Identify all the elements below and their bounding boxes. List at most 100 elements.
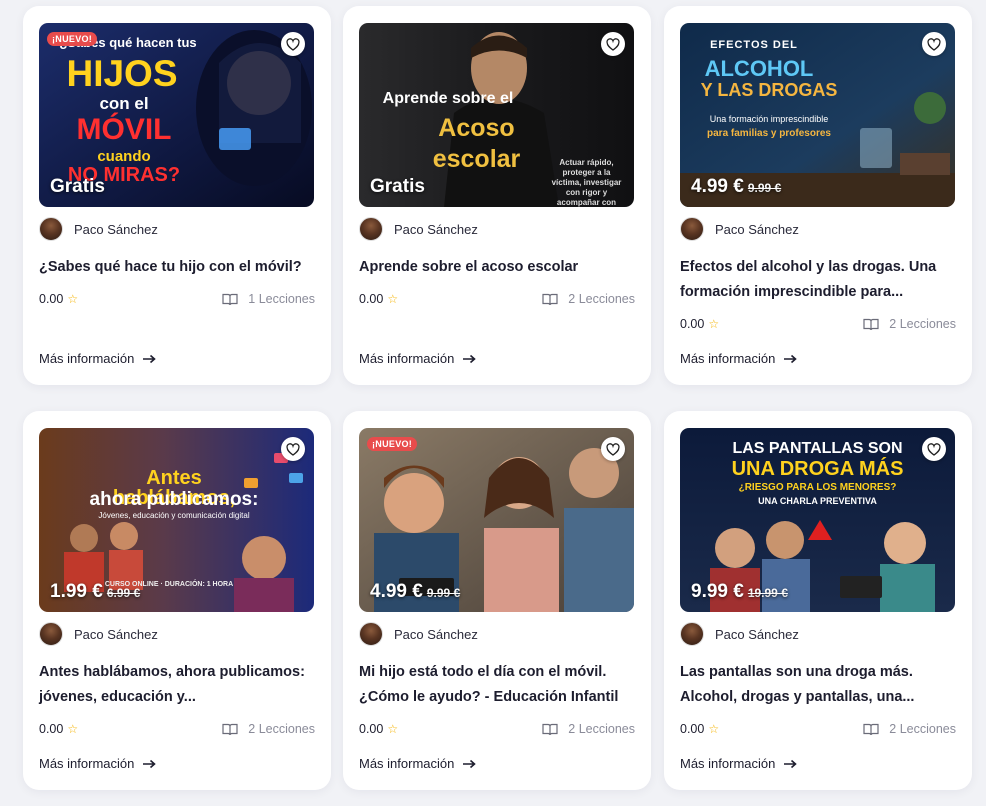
lessons-count: 2 Lecciones	[863, 722, 956, 736]
course-thumbnail[interactable]: EFECTOS DEL ALCOHOL Y LAS DROGAS Una for…	[680, 23, 955, 207]
course-meta: 0.00 ☆ 2 Lecciones	[359, 722, 635, 736]
avatar	[39, 217, 63, 241]
star-icon: ☆	[67, 292, 79, 306]
star-icon: ☆	[387, 722, 399, 736]
rating-value: 0.00	[39, 722, 64, 736]
course-title[interactable]: Aprende sobre el acoso escolar	[359, 255, 637, 280]
star-icon: ☆	[708, 722, 720, 736]
new-badge: ¡NUEVO!	[367, 437, 418, 451]
course-title[interactable]: Mi hijo está todo el día con el móvil. ¿…	[359, 660, 637, 710]
old-price: 9.99 €	[747, 181, 782, 195]
avatar	[680, 217, 704, 241]
thumb-text: con rigor y	[565, 188, 608, 197]
price-label: 4.99 €9.99 €	[370, 581, 460, 603]
author-name: Paco Sánchez	[715, 221, 799, 237]
old-price: 9.99 €	[426, 586, 461, 600]
thumb-text: Jóvenes, educación y comunicación digita…	[98, 511, 250, 520]
more-info-link[interactable]: Más información	[39, 756, 157, 771]
thumb-text: ALCOHOL	[704, 56, 814, 81]
favorite-button[interactable]	[601, 437, 625, 461]
book-icon	[863, 723, 879, 735]
course-thumbnail[interactable]: ¿Sabes qué hacen tus HIJOS con el MÓVIL …	[39, 23, 314, 207]
course-author[interactable]: Paco Sánchez	[39, 217, 158, 241]
course-title[interactable]: Las pantallas son una droga más. Alcohol…	[680, 660, 958, 710]
more-info-link[interactable]: Más información	[680, 756, 798, 771]
course-title[interactable]: Efectos del alcohol y las drogas. Una fo…	[680, 255, 958, 305]
rating-value: 0.00	[359, 292, 384, 306]
course-author[interactable]: Paco Sánchez	[359, 622, 478, 646]
course-meta: 0.00 ☆ 2 Lecciones	[359, 292, 635, 306]
thumb-text: HIJOS	[66, 53, 178, 94]
arrow-right-icon	[784, 354, 798, 363]
thumb-text: proteger a la	[562, 168, 611, 177]
course-thumbnail[interactable]: LAS PANTALLAS SON UNA DROGA MÁS ¿RIESGO …	[680, 428, 955, 612]
favorite-button[interactable]	[922, 32, 946, 56]
more-info-link[interactable]: Más información	[39, 351, 157, 366]
thumb-text: ¿RIESGO PARA LOS MENORES?	[738, 482, 897, 493]
thumb-text: Aprende sobre el	[382, 90, 514, 107]
arrow-right-icon	[463, 354, 477, 363]
thumb-text: ahora publicamos:	[89, 489, 259, 510]
more-info-link[interactable]: Más información	[359, 351, 477, 366]
heart-icon	[606, 442, 620, 456]
course-author[interactable]: Paco Sánchez	[680, 622, 799, 646]
author-name: Paco Sánchez	[394, 221, 478, 237]
course-meta: 0.00 ☆ 2 Lecciones	[39, 722, 315, 736]
rating: 0.00 ☆	[39, 292, 78, 306]
more-info-link[interactable]: Más información	[680, 351, 798, 366]
course-thumbnail[interactable]: Antes hablábamos, ahora publicamos: Jóve…	[39, 428, 314, 612]
thumb-text: UNA CHARLA PREVENTIVA	[758, 496, 877, 506]
more-info-label: Más información	[39, 756, 135, 771]
thumb-text: víctima, investigar	[551, 178, 622, 187]
rating-value: 0.00	[680, 722, 705, 736]
rating-value: 0.00	[359, 722, 384, 736]
price-label: 9.99 €19.99 €	[691, 581, 788, 603]
thumb-text: MÓVIL	[76, 113, 172, 146]
favorite-button[interactable]	[922, 437, 946, 461]
course-title[interactable]: Antes hablábamos, ahora publicamos: jóve…	[39, 660, 317, 710]
more-info-link[interactable]: Más información	[359, 756, 477, 771]
price-label: 4.99 €9.99 €	[691, 176, 781, 198]
course-meta: 0.00 ☆ 2 Lecciones	[680, 317, 956, 331]
lessons-label: 1 Lecciones	[248, 292, 315, 306]
course-author[interactable]: Paco Sánchez	[680, 217, 799, 241]
thumb-text: acompañar con	[556, 198, 617, 207]
book-icon	[222, 723, 238, 735]
thumb-text: EFECTOS DEL	[710, 39, 798, 51]
course-card[interactable]: Antes hablábamos, ahora publicamos: Jóve…	[23, 411, 331, 790]
old-price: 6.99 €	[106, 586, 141, 600]
book-icon	[863, 318, 879, 330]
thumb-text: escolar	[432, 145, 521, 173]
course-thumbnail[interactable]: ¡NUEVO! 4.99 €9.99 €	[359, 428, 634, 612]
more-info-label: Más información	[680, 756, 776, 771]
course-card[interactable]: ¿Sabes qué hacen tus HIJOS con el MÓVIL …	[23, 6, 331, 385]
more-info-label: Más información	[359, 351, 455, 366]
course-card[interactable]: LAS PANTALLAS SON UNA DROGA MÁS ¿RIESGO …	[664, 411, 972, 790]
author-name: Paco Sánchez	[74, 626, 158, 642]
thumb-text: UNA DROGA MÁS	[731, 458, 904, 480]
thumb-text: Y LAS DROGAS	[700, 80, 838, 100]
arrow-right-icon	[143, 759, 157, 768]
more-info-label: Más información	[680, 351, 776, 366]
lessons-label: 2 Lecciones	[889, 722, 956, 736]
price-label: 1.99 €6.99 €	[50, 581, 140, 603]
star-icon: ☆	[67, 722, 79, 736]
favorite-button[interactable]	[281, 32, 305, 56]
author-name: Paco Sánchez	[394, 626, 478, 642]
course-title[interactable]: ¿Sabes qué hace tu hijo con el móvil?	[39, 255, 317, 280]
book-icon	[542, 723, 558, 735]
course-card[interactable]: ¡NUEVO! 4.99 €9.99 € Paco Sánchez Mi hij…	[343, 411, 651, 790]
course-meta: 0.00 ☆ 2 Lecciones	[680, 722, 956, 736]
course-card[interactable]: Aprende sobre el Acoso escolar Actuar rá…	[343, 6, 651, 385]
course-author[interactable]: Paco Sánchez	[359, 217, 478, 241]
thumb-text: Actuar rápido,	[559, 158, 614, 167]
course-thumbnail[interactable]: Aprende sobre el Acoso escolar Actuar rá…	[359, 23, 634, 207]
current-price: 1.99 €	[50, 581, 103, 602]
course-card[interactable]: EFECTOS DEL ALCOHOL Y LAS DROGAS Una for…	[664, 6, 972, 385]
rating: 0.00 ☆	[680, 317, 719, 331]
favorite-button[interactable]	[601, 32, 625, 56]
favorite-button[interactable]	[281, 437, 305, 461]
course-author[interactable]: Paco Sánchez	[39, 622, 158, 646]
course-grid: ¿Sabes qué hacen tus HIJOS con el MÓVIL …	[0, 0, 986, 806]
avatar	[680, 622, 704, 646]
